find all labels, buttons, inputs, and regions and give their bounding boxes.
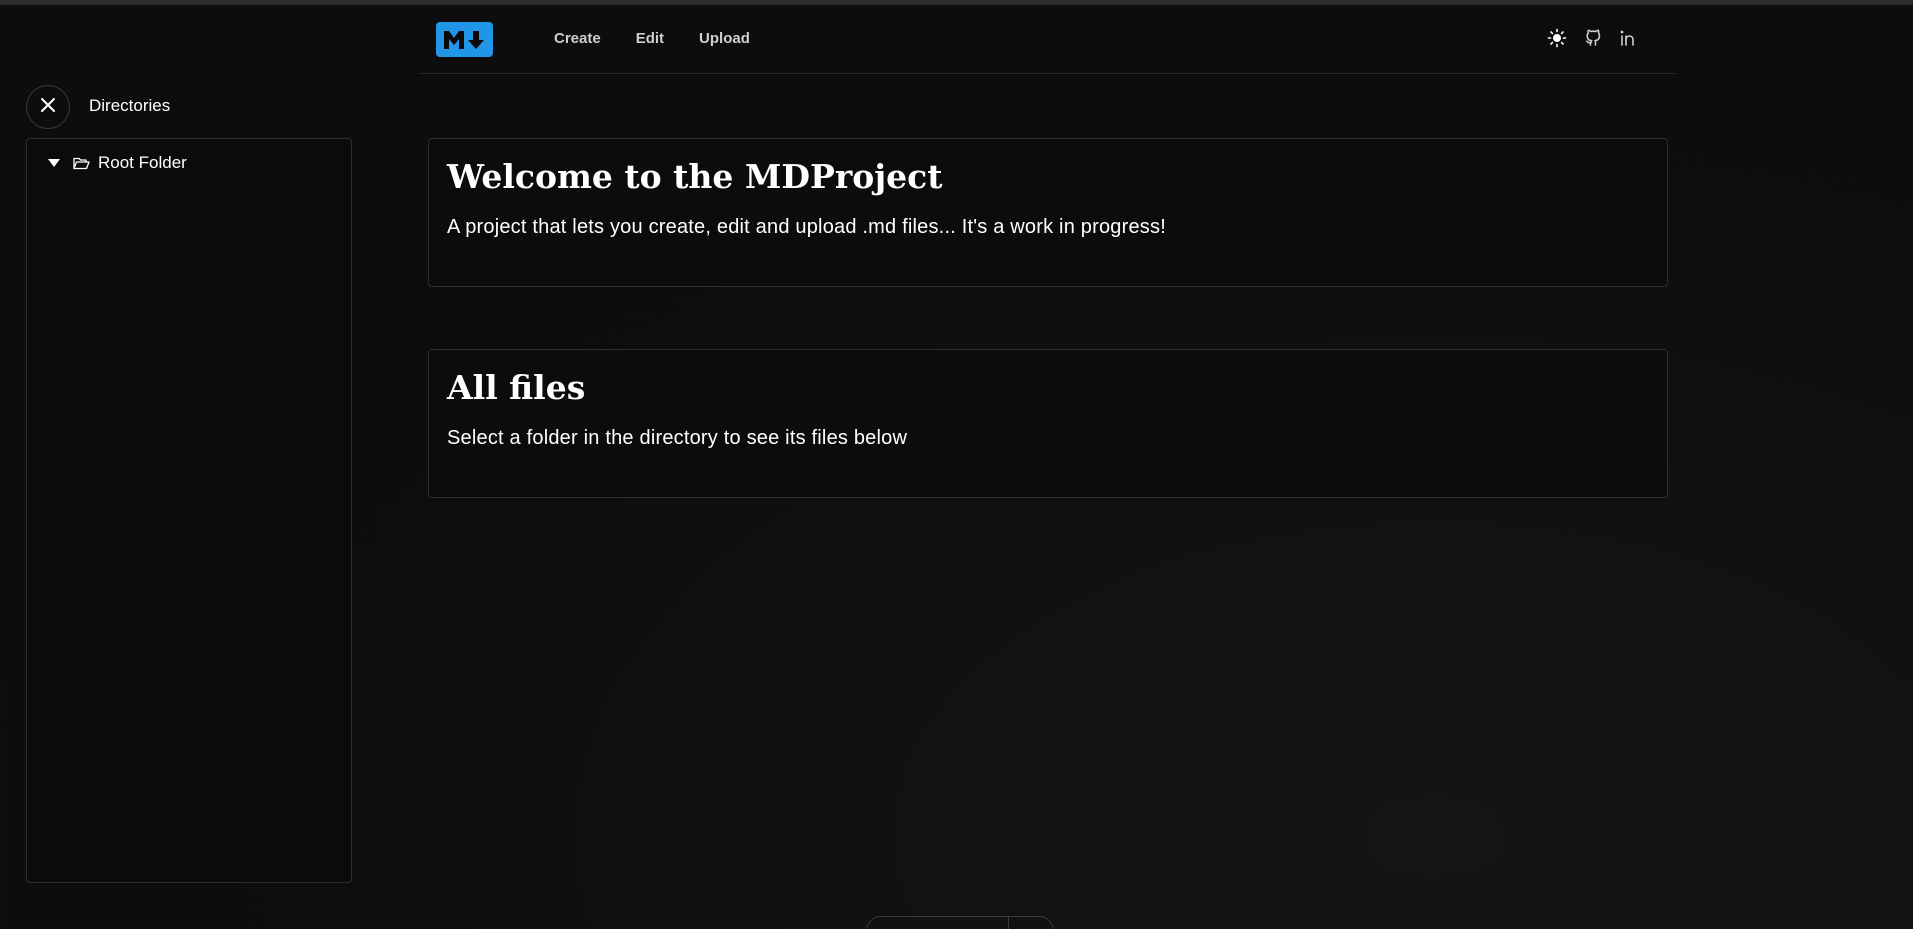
split-divider [1008, 917, 1009, 929]
nav-edit-link[interactable]: Edit [636, 30, 664, 47]
sun-icon[interactable] [1546, 27, 1568, 49]
directory-tree-panel: Root Folder [26, 138, 352, 883]
welcome-card: Welcome to the MDProject A project that … [428, 138, 1668, 287]
caret-down-icon[interactable] [47, 156, 61, 170]
all-files-text: Select a folder in the directory to see … [447, 427, 908, 449]
main-nav: Create Edit Upload [554, 30, 750, 47]
tree-item-root-folder[interactable]: Root Folder [47, 153, 187, 173]
linkedin-icon[interactable] [1618, 27, 1640, 49]
sidebar-title: Directories [89, 96, 171, 115]
close-icon [40, 97, 56, 118]
bottom-split-button[interactable] [866, 916, 1054, 929]
close-sidebar-button[interactable] [26, 85, 70, 129]
welcome-title: Welcome to the MDProject [447, 157, 943, 196]
welcome-text: A project that lets you create, edit and… [447, 216, 1166, 238]
github-icon[interactable] [1582, 27, 1604, 49]
top-header: Create Edit Upload [419, 5, 1676, 74]
tree-item-label: Root Folder [98, 153, 187, 172]
markdown-logo-icon[interactable] [436, 22, 493, 57]
all-files-title: All files [447, 368, 586, 407]
all-files-card: All files Select a folder in the directo… [428, 349, 1668, 498]
nav-upload-link[interactable]: Upload [699, 30, 750, 47]
folder-open-icon [73, 156, 91, 170]
nav-create-link[interactable]: Create [554, 30, 601, 47]
header-actions [1546, 27, 1640, 49]
